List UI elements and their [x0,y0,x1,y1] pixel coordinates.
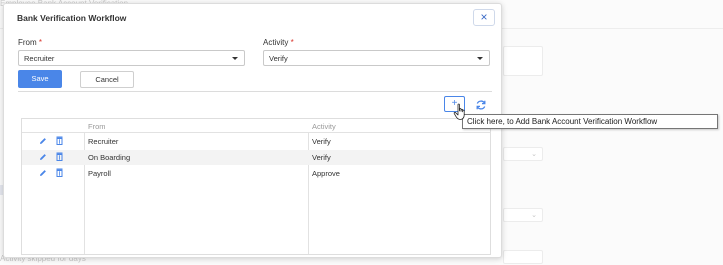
activity-select[interactable]: Verify [263,50,490,66]
save-button[interactable]: Save [18,70,62,88]
delete-icon[interactable] [56,168,63,177]
hand-cursor-icon [453,103,465,120]
bank-verification-modal: Bank Verification Workflow × From * Recr… [3,3,502,258]
cell-from: Payroll [88,169,111,178]
edit-icon[interactable] [39,169,47,177]
workflow-table: From Activity Recruiter Verify On Boardi… [21,118,491,255]
from-select-value: Recruiter [24,54,55,63]
edit-icon[interactable] [39,153,47,161]
from-select[interactable]: Recruiter [18,50,245,66]
column-header-activity: Activity [312,122,336,131]
cell-activity: Verify [312,137,331,146]
activity-label: Activity * [263,38,294,47]
edit-icon[interactable] [39,137,47,145]
background-dropdown: ⌄ [503,208,543,222]
background-field [503,46,543,76]
cancel-button[interactable]: Cancel [80,71,134,88]
background-field [503,250,543,264]
background-dropdown: ⌄ [503,147,543,161]
delete-icon[interactable] [56,152,63,161]
cell-activity: Approve [312,169,340,178]
cell-from: On Boarding [88,153,131,162]
column-header-from: From [88,122,106,131]
form-divider [18,91,492,92]
close-icon: × [480,10,488,24]
cell-activity: Verify [312,153,331,162]
close-button[interactable]: × [473,9,495,26]
table-row: Payroll Approve [22,166,490,181]
activity-select-value: Verify [269,54,288,63]
add-workflow-tooltip: Click here, to Add Bank Account Verifica… [462,114,718,129]
chevron-down-icon [477,57,483,60]
table-header: From Activity [22,119,490,133]
delete-icon[interactable] [56,136,63,145]
table-row: On Boarding Verify [22,150,490,165]
modal-title: Bank Verification Workflow [17,13,127,23]
chevron-down-icon [232,57,238,60]
refresh-icon[interactable] [475,99,487,111]
cell-from: Recruiter [88,137,119,146]
table-row: Recruiter Verify [22,134,490,149]
from-label: From * [18,38,43,47]
